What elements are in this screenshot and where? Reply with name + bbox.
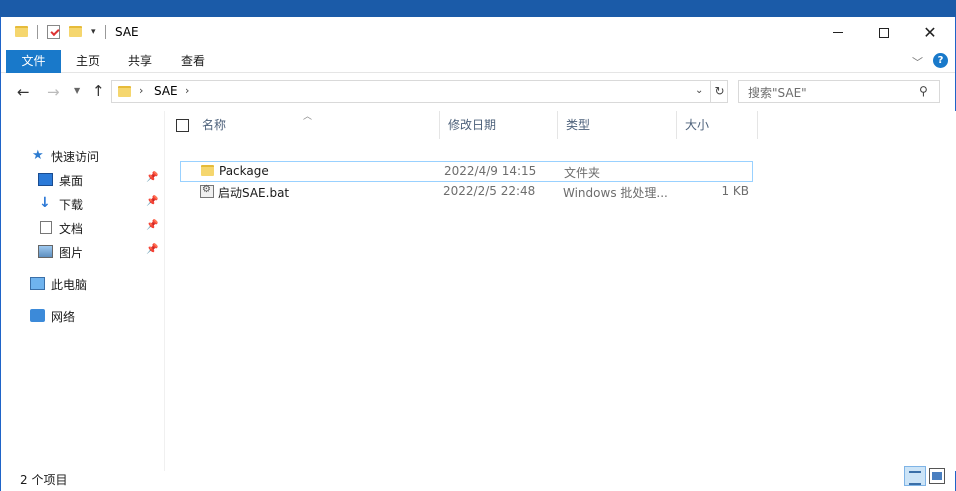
nav-downloads[interactable]: ↓ 下载 📌 xyxy=(1,193,164,215)
file-row-bat[interactable]: 启动SAE.bat 2022/2/5 22:48 Windows 批处理... … xyxy=(180,182,753,203)
close-button[interactable]: ✕ xyxy=(907,17,953,48)
column-name[interactable]: 名称 xyxy=(194,111,440,139)
file-type: Windows 批处理... xyxy=(563,186,668,200)
folder-icon xyxy=(15,26,28,37)
breadcrumb-separator[interactable]: › xyxy=(139,84,143,97)
address-dropdown-icon[interactable]: ⌄ xyxy=(695,85,703,96)
file-date: 2022/4/9 14:15 xyxy=(444,164,537,178)
file-name[interactable]: Package xyxy=(219,164,269,178)
column-size[interactable]: 大小 xyxy=(677,111,758,139)
status-bar: 2 个项目 xyxy=(1,466,955,491)
tab-home[interactable]: 主页 xyxy=(68,50,108,73)
tab-share[interactable]: 共享 xyxy=(120,50,160,73)
tab-view[interactable]: 查看 xyxy=(173,50,213,73)
recent-locations-icon[interactable]: ▼ xyxy=(74,86,80,95)
pin-icon[interactable]: 📌 xyxy=(146,244,158,255)
nav-label: 快速访问 xyxy=(51,150,100,164)
nav-label: 图片 xyxy=(59,246,84,260)
help-icon[interactable]: ? xyxy=(933,53,948,68)
maximize-button[interactable] xyxy=(861,17,907,48)
refresh-icon[interactable]: ↻ xyxy=(710,81,728,102)
nav-quick-access[interactable]: ★ 快速访问 xyxy=(1,145,164,167)
up-arrow-icon[interactable]: ↑ xyxy=(92,82,105,100)
column-type[interactable]: 类型 xyxy=(558,111,677,139)
folder-icon xyxy=(201,165,214,176)
divider xyxy=(37,25,38,39)
large-icons-view-icon[interactable] xyxy=(929,468,945,484)
file-type: 文件夹 xyxy=(564,166,601,180)
expand-ribbon-icon[interactable]: ﹀ xyxy=(912,54,923,70)
network-icon xyxy=(30,309,45,322)
minimize-button[interactable] xyxy=(815,17,861,48)
file-row-package[interactable]: Package 2022/4/9 14:15 文件夹 xyxy=(180,161,753,182)
customize-quick-access-icon[interactable]: ▾ xyxy=(91,27,96,37)
column-date[interactable]: 修改日期 xyxy=(440,111,558,139)
navigation-pane: ★ 快速访问 桌面 📌 ↓ 下载 📌 文档 📌 图片 📌 此电脑 网络 xyxy=(1,111,164,471)
nav-label: 桌面 xyxy=(59,174,84,188)
nav-desktop[interactable]: 桌面 📌 xyxy=(1,169,164,191)
tab-file[interactable]: 文件 xyxy=(6,50,61,73)
forward-arrow-icon[interactable]: → xyxy=(47,83,60,101)
properties-icon[interactable] xyxy=(47,25,60,39)
file-list: ︿ 名称 修改日期 类型 大小 Package 2022/4/9 14:15 文… xyxy=(165,111,955,471)
documents-icon xyxy=(40,221,52,234)
close-icon: ✕ xyxy=(923,22,937,42)
pin-icon[interactable]: 📌 xyxy=(146,196,158,207)
nav-pictures[interactable]: 图片 📌 xyxy=(1,241,164,263)
file-name[interactable]: 启动SAE.bat xyxy=(218,184,289,201)
divider xyxy=(105,25,106,39)
vertical-scrollbar[interactable] xyxy=(944,111,956,471)
file-size: 1 KB xyxy=(721,184,749,198)
nav-label: 下载 xyxy=(59,198,84,212)
breadcrumb-separator[interactable]: › xyxy=(185,84,189,97)
nav-label: 网络 xyxy=(51,310,76,324)
title-bar: ▾ SAE ✕ xyxy=(1,17,955,48)
breadcrumb-sae[interactable]: SAE xyxy=(154,84,178,98)
maximize-icon xyxy=(879,27,889,38)
computer-icon xyxy=(30,277,45,290)
file-date: 2022/2/5 22:48 xyxy=(443,184,536,198)
nav-network[interactable]: 网络 xyxy=(1,305,164,327)
select-all-checkbox[interactable] xyxy=(176,119,189,132)
back-arrow-icon[interactable]: ← xyxy=(17,83,30,101)
download-icon: ↓ xyxy=(39,195,51,211)
nav-documents[interactable]: 文档 📌 xyxy=(1,217,164,239)
window-title: SAE xyxy=(115,25,139,39)
item-count: 2 个项目 xyxy=(20,473,68,487)
nav-label: 文档 xyxy=(59,222,84,236)
pin-icon[interactable]: 📌 xyxy=(146,172,158,183)
pictures-icon xyxy=(38,245,53,258)
search-icon[interactable]: ⚲ xyxy=(919,84,928,98)
pin-icon[interactable]: 📌 xyxy=(146,220,158,231)
batch-file-icon xyxy=(200,184,214,198)
column-header-row: 名称 修改日期 类型 大小 xyxy=(165,111,758,139)
address-row: ← → ▼ ↑ › SAE › ⌄ ↻ 搜索"SAE" ⚲ xyxy=(1,73,955,111)
new-folder-icon[interactable] xyxy=(69,26,82,37)
address-bar[interactable]: › SAE › ⌄ ↻ xyxy=(111,80,728,103)
explorer-window: ▾ SAE ✕ 文件 主页 共享 查看 ﹀ ? ← → ▼ ↑ › SAE › … xyxy=(0,17,956,491)
star-icon: ★ xyxy=(32,148,44,163)
nav-label: 此电脑 xyxy=(51,278,88,292)
details-view-icon[interactable] xyxy=(904,466,926,486)
search-input[interactable]: 搜索"SAE" ⚲ xyxy=(738,80,940,103)
ribbon-tabs: 文件 主页 共享 查看 ﹀ ? xyxy=(1,48,955,73)
desktop-icon xyxy=(38,173,53,186)
search-placeholder: 搜索"SAE" xyxy=(748,86,807,100)
nav-this-pc[interactable]: 此电脑 xyxy=(1,273,164,295)
folder-icon xyxy=(118,86,131,97)
minimize-icon xyxy=(833,32,843,33)
